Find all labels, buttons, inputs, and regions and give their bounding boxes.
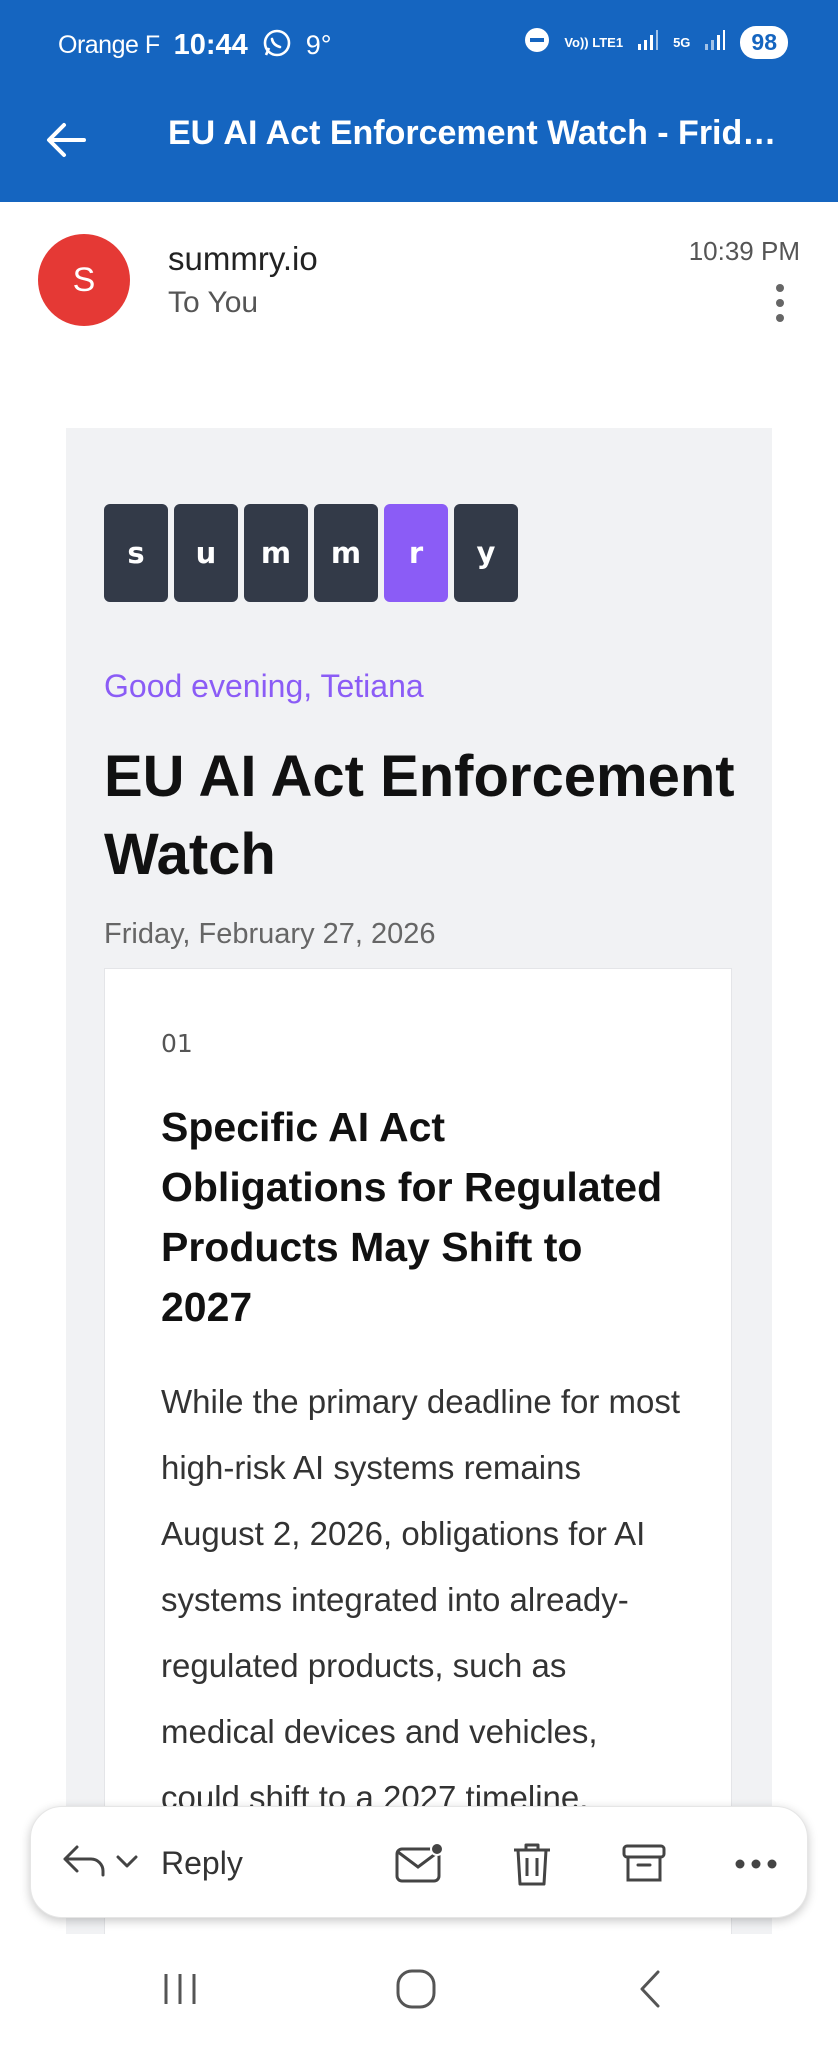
volte-indicator: Vo)) LTE1 xyxy=(564,34,624,50)
logo-tile: u xyxy=(174,504,238,602)
status-right: Vo)) LTE1 5G 98 xyxy=(524,26,788,59)
home-icon[interactable] xyxy=(386,1964,446,2014)
whatsapp-icon xyxy=(262,28,292,63)
reply-button[interactable]: Reply xyxy=(61,1835,243,1891)
logo-tile: m xyxy=(314,504,378,602)
top-bar: Orange F 10:44 9° Vo)) LTE1 5G 98 EU AI … xyxy=(0,0,838,202)
email-subject: EU AI Act Enforcement Watch - Friday, Fe… xyxy=(168,114,788,152)
dnd-icon xyxy=(524,27,550,58)
logo-tile: m xyxy=(244,504,308,602)
signal-icon-2 xyxy=(704,29,726,56)
newsletter-title: EU AI Act Enforcement Watch xyxy=(104,744,735,887)
article-number: 01 xyxy=(161,1029,193,1058)
summry-logo: s u m m r y xyxy=(104,504,518,602)
reply-label: Reply xyxy=(161,1844,243,1881)
chevron-down-icon[interactable] xyxy=(115,1851,139,1876)
more-horizontal-icon[interactable] xyxy=(729,1837,783,1891)
weather-temperature: 9° xyxy=(305,30,332,60)
more-options-icon[interactable] xyxy=(774,282,786,324)
system-navigation-bar xyxy=(0,1934,838,2048)
sender-avatar[interactable]: S xyxy=(38,234,130,326)
archive-icon[interactable] xyxy=(617,1837,671,1891)
carrier-name: Orange F xyxy=(58,31,160,59)
delete-icon[interactable] xyxy=(505,1837,559,1891)
reply-icon xyxy=(61,1841,107,1886)
logo-tile: y xyxy=(454,504,518,602)
system-back-icon[interactable] xyxy=(620,1964,680,2014)
status-time: 10:44 xyxy=(173,29,248,61)
network-type: 5G xyxy=(673,34,691,50)
article-card: 01 Specific AI Act Obligations for Regul… xyxy=(104,968,732,1948)
sender-header: S summry.io To You 10:39 PM xyxy=(0,202,838,372)
newsletter-date: Friday, February 27, 2026 xyxy=(104,918,436,950)
app-bar: EU AI Act Enforcement Watch - Friday, Fe… xyxy=(0,100,838,180)
email-action-bar: Reply xyxy=(30,1806,808,1918)
status-bar: Orange F 10:44 9° Vo)) LTE1 5G 98 xyxy=(0,0,838,90)
recent-apps-icon[interactable] xyxy=(150,1964,210,2014)
recipient-label[interactable]: To You xyxy=(168,286,258,320)
sender-name[interactable]: summry.io xyxy=(168,240,318,278)
logo-tile: s xyxy=(104,504,168,602)
greeting: Good evening, Tetiana xyxy=(104,668,424,704)
logo-tile-accent: r xyxy=(384,504,448,602)
article-title[interactable]: Specific AI Act Obligations for Regulate… xyxy=(161,1097,681,1337)
received-time: 10:39 PM xyxy=(688,236,800,266)
signal-icon xyxy=(637,29,659,56)
status-left: Orange F 10:44 9° xyxy=(58,28,332,63)
mark-unread-icon[interactable] xyxy=(393,1837,447,1891)
back-arrow-icon[interactable] xyxy=(40,114,92,166)
battery-level: 98 xyxy=(740,26,788,59)
email-body: s u m m r y Good evening, Tetiana EU AI … xyxy=(66,428,772,1948)
